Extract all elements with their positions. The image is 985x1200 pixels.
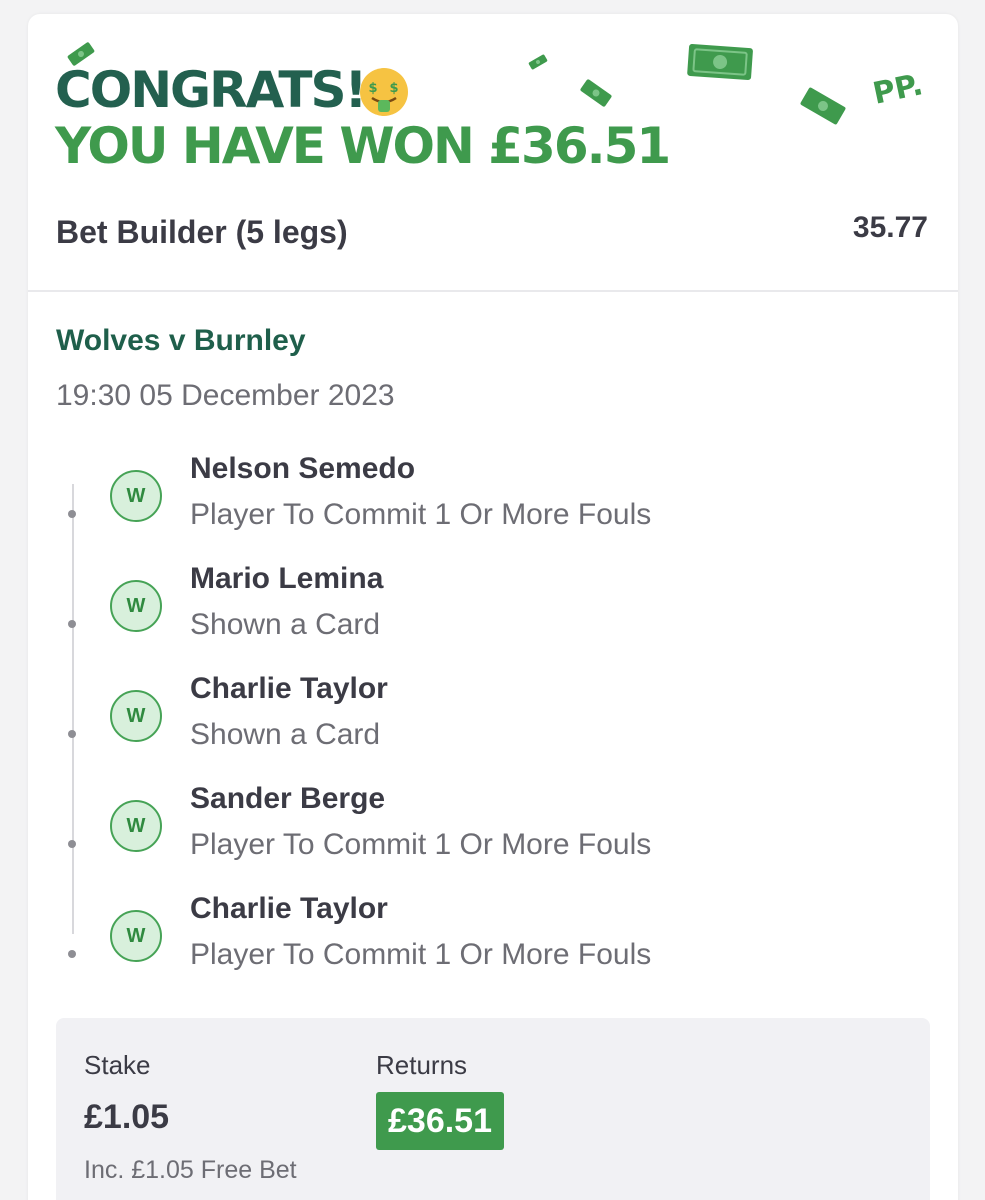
bet-leg: W Sander Berge Player To Commit 1 Or Mor… bbox=[28, 782, 958, 910]
leg-market: Player To Commit 1 Or More Fouls bbox=[190, 828, 652, 861]
leg-player-name: Sander Berge bbox=[190, 782, 386, 815]
bet-leg: W Charlie Taylor Shown a Card bbox=[28, 672, 958, 800]
timeline-dot bbox=[68, 840, 76, 848]
leg-player-name: Nelson Semedo bbox=[190, 452, 416, 485]
leg-market: Shown a Card bbox=[190, 608, 381, 641]
bet-type-title: Bet Builder (5 legs) bbox=[56, 214, 348, 250]
svg-text:$: $ bbox=[389, 81, 398, 96]
event-time: 19:30 05 December 2023 bbox=[56, 379, 395, 412]
money-bill-icon bbox=[580, 79, 612, 107]
bet-leg: W Charlie Taylor Player To Commit 1 Or M… bbox=[28, 892, 958, 1020]
stake-label: Stake bbox=[84, 1050, 151, 1080]
timeline-dot bbox=[68, 730, 76, 738]
bet-leg: W Nelson Semedo Player To Commit 1 Or Mo… bbox=[28, 452, 958, 580]
timeline-dot bbox=[68, 950, 76, 958]
timeline-dot bbox=[68, 620, 76, 628]
leg-market: Player To Commit 1 Or More Fouls bbox=[190, 938, 652, 971]
leg-market: Player To Commit 1 Or More Fouls bbox=[190, 498, 652, 531]
money-bill-icon bbox=[528, 54, 548, 70]
svg-text:$: $ bbox=[368, 81, 377, 96]
returns-value: £36.51 bbox=[376, 1092, 504, 1150]
congrats-heading: CONGRATS! bbox=[55, 61, 367, 119]
paddy-power-logo: PP. bbox=[869, 67, 926, 112]
win-badge: W bbox=[110, 470, 162, 522]
leg-player-name: Charlie Taylor bbox=[190, 672, 388, 705]
win-amount-heading: YOU HAVE WON £36.51 bbox=[55, 117, 671, 175]
bet-odds: 35.77 bbox=[852, 211, 928, 244]
bet-receipt-card: PP. CONGRATS! $ $ YOU HAVE WON £36.51 Be… bbox=[28, 14, 958, 1200]
bet-leg: W Mario Lemina Shown a Card bbox=[28, 562, 958, 690]
money-bill-icon bbox=[800, 87, 846, 125]
returns-label: Returns bbox=[376, 1050, 468, 1080]
timeline-dot bbox=[68, 510, 76, 518]
leg-player-name: Charlie Taylor bbox=[190, 892, 388, 925]
bet-summary: Stake Returns £1.05 £36.51 Inc. £1.05 Fr… bbox=[56, 1018, 930, 1200]
win-badge: W bbox=[110, 580, 162, 632]
win-badge: W bbox=[110, 910, 162, 962]
event-name[interactable]: Wolves v Burnley bbox=[56, 324, 306, 358]
leg-market: Shown a Card bbox=[190, 718, 381, 751]
win-banner: PP. CONGRATS! $ $ YOU HAVE WON £36.51 Be… bbox=[28, 14, 958, 292]
leg-player-name: Mario Lemina bbox=[190, 562, 384, 595]
money-bill-icon bbox=[687, 44, 753, 80]
win-badge: W bbox=[110, 800, 162, 852]
free-bet-note: Inc. £1.05 Free Bet bbox=[84, 1156, 297, 1184]
stake-value: £1.05 bbox=[84, 1098, 170, 1136]
money-mouth-face-icon: $ $ bbox=[360, 68, 408, 116]
win-badge: W bbox=[110, 690, 162, 742]
